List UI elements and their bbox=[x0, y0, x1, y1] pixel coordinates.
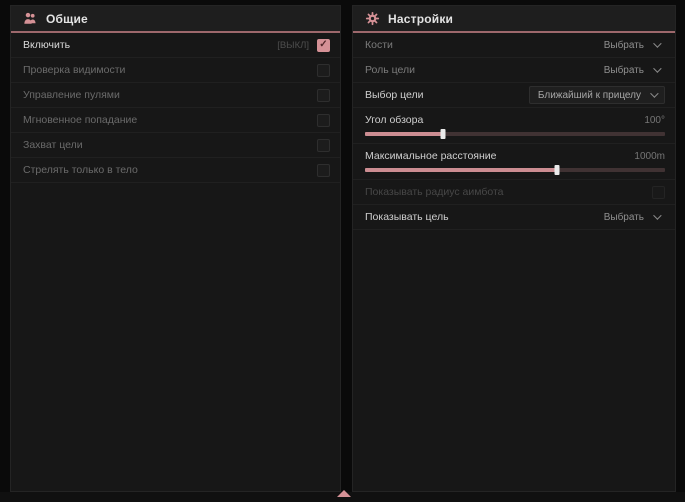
check-icon: ✓ bbox=[319, 40, 327, 50]
fov-value: 100° bbox=[644, 115, 665, 126]
toggle-label: Включить bbox=[23, 39, 277, 51]
setting-row-target-role: Роль цели Выбрать bbox=[353, 58, 675, 83]
panel-general: Общие Включить [ВЫКЛ] ✓ Проверка видимос… bbox=[10, 5, 341, 492]
target-selection-select[interactable]: Ближайший к прицелу bbox=[529, 86, 665, 104]
fov-slider-fill bbox=[365, 132, 443, 136]
panel-settings: Настройки Кости Выбрать Роль цели Выбрат… bbox=[352, 5, 676, 492]
panel-settings-header: Настройки bbox=[353, 6, 675, 33]
chevron-down-icon bbox=[650, 89, 658, 97]
setting-row-show-radius: Показывать радиус аимбота ✓ bbox=[353, 180, 675, 205]
checkbox-bullet-control[interactable]: ✓ bbox=[317, 89, 330, 102]
gear-icon bbox=[365, 11, 380, 26]
setting-label: Показывать радиус аимбота bbox=[365, 186, 504, 198]
max-distance-value: 1000m bbox=[634, 151, 665, 162]
setting-row-max-distance: Максимальное расстояние 1000m bbox=[353, 144, 675, 180]
target-role-select[interactable]: Выбрать bbox=[598, 61, 665, 79]
toggle-row-target-lock[interactable]: Захват цели ✓ bbox=[11, 133, 340, 158]
toggle-label: Стрелять только в тело bbox=[23, 164, 317, 176]
checkbox-instant-hit[interactable]: ✓ bbox=[317, 114, 330, 127]
toggle-row-body-only[interactable]: Стрелять только в тело ✓ bbox=[11, 158, 340, 183]
chevron-down-icon bbox=[653, 64, 661, 72]
fov-slider[interactable] bbox=[365, 132, 665, 136]
checkbox-target-lock[interactable]: ✓ bbox=[317, 139, 330, 152]
checkbox-body-only[interactable]: ✓ bbox=[317, 164, 330, 177]
setting-label: Показывать цель bbox=[365, 211, 449, 223]
setting-row-fov: Угол обзора 100° bbox=[353, 108, 675, 144]
setting-row-show-target: Показывать цель Выбрать bbox=[353, 205, 675, 230]
chevron-down-icon bbox=[653, 39, 661, 47]
fov-slider-handle[interactable] bbox=[441, 129, 446, 139]
panel-title: Настройки bbox=[388, 12, 453, 26]
setting-label: Угол обзора bbox=[365, 114, 423, 126]
toggle-label: Управление пулями bbox=[23, 89, 317, 101]
toggle-label: Проверка видимости bbox=[23, 64, 317, 76]
toggle-row-instant-hit[interactable]: Мгновенное попадание ✓ bbox=[11, 108, 340, 133]
toggle-row-enable[interactable]: Включить [ВЫКЛ] ✓ bbox=[11, 33, 340, 58]
toggle-label: Мгновенное попадание bbox=[23, 114, 317, 126]
people-icon bbox=[23, 11, 38, 26]
setting-row-target-selection: Выбор цели Ближайший к прицелу bbox=[353, 83, 675, 108]
checkbox-show-radius[interactable]: ✓ bbox=[652, 186, 665, 199]
select-value: Выбрать bbox=[604, 212, 644, 223]
checkbox-visibility-check[interactable]: ✓ bbox=[317, 64, 330, 77]
show-target-select[interactable]: Выбрать bbox=[598, 208, 665, 226]
setting-label: Выбор цели bbox=[365, 89, 424, 101]
chevron-down-icon bbox=[653, 211, 661, 219]
panel-title: Общие bbox=[46, 12, 88, 26]
bones-select[interactable]: Выбрать bbox=[598, 36, 665, 54]
keybind-badge[interactable]: [ВЫКЛ] bbox=[277, 40, 309, 51]
triangle-up-icon[interactable] bbox=[337, 490, 351, 497]
setting-label: Кости bbox=[365, 39, 393, 51]
cheat-menu-overlay: Общие Включить [ВЫКЛ] ✓ Проверка видимос… bbox=[0, 0, 685, 502]
toggle-row-bullet-control[interactable]: Управление пулями ✓ bbox=[11, 83, 340, 108]
toggle-label: Захват цели bbox=[23, 139, 317, 151]
checkbox-enable[interactable]: ✓ bbox=[317, 39, 330, 52]
setting-label: Максимальное расстояние bbox=[365, 150, 496, 162]
select-value: Выбрать bbox=[604, 40, 644, 51]
select-value: Выбрать bbox=[604, 65, 644, 76]
panel-general-header: Общие bbox=[11, 6, 340, 33]
setting-label: Роль цели bbox=[365, 64, 415, 76]
max-distance-slider-fill bbox=[365, 168, 557, 172]
select-value: Ближайший к прицелу bbox=[538, 90, 641, 101]
setting-row-bones: Кости Выбрать bbox=[353, 33, 675, 58]
max-distance-slider-handle[interactable] bbox=[555, 165, 560, 175]
toggle-row-visibility-check[interactable]: Проверка видимости ✓ bbox=[11, 58, 340, 83]
max-distance-slider[interactable] bbox=[365, 168, 665, 172]
